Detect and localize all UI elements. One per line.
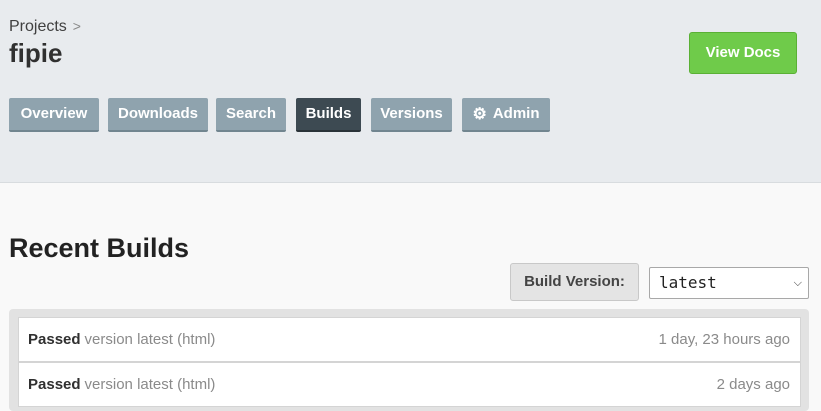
gear-icon: ⚙ — [472, 106, 487, 123]
recent-builds-title: Recent Builds — [9, 233, 190, 263]
view-docs-button[interactable]: View Docs — [689, 32, 797, 74]
chevron-down-icon: ⌵ — [793, 276, 802, 289]
tab-versions[interactable]: Versions — [371, 98, 452, 132]
breadcrumb: Projects > — [9, 18, 81, 36]
build-version-button[interactable]: Build Version: — [510, 263, 639, 301]
build-description: version latest (html) — [84, 376, 216, 393]
tab-admin-label: Admin — [492, 105, 540, 122]
build-time: 2 days ago — [716, 376, 790, 393]
project-title: fipie — [9, 38, 63, 68]
build-time: 1 day, 23 hours ago — [658, 331, 790, 348]
build-status: Passed — [28, 331, 81, 348]
version-select-value: latest — [659, 273, 717, 292]
build-row[interactable]: Passed version latest (html) 2 days ago — [18, 362, 801, 407]
tab-overview[interactable]: Overview — [9, 98, 99, 132]
breadcrumb-projects-link[interactable]: Projects — [9, 18, 67, 35]
tab-admin[interactable]: ⚙ Admin — [462, 98, 550, 132]
breadcrumb-separator: > — [72, 18, 81, 34]
builds-list: Passed version latest (html) 1 day, 23 ho… — [9, 309, 809, 411]
build-status: Passed — [28, 376, 81, 393]
project-header: Projects > fipie View Docs Overview Downl… — [0, 0, 821, 183]
tab-builds[interactable]: Builds — [296, 98, 361, 132]
tab-search[interactable]: Search — [216, 98, 286, 132]
build-row[interactable]: Passed version latest (html) 1 day, 23 ho… — [18, 317, 801, 362]
tab-downloads[interactable]: Downloads — [108, 98, 208, 132]
build-description: version latest (html) — [84, 331, 216, 348]
version-select[interactable]: latest ⌵ — [649, 267, 809, 299]
